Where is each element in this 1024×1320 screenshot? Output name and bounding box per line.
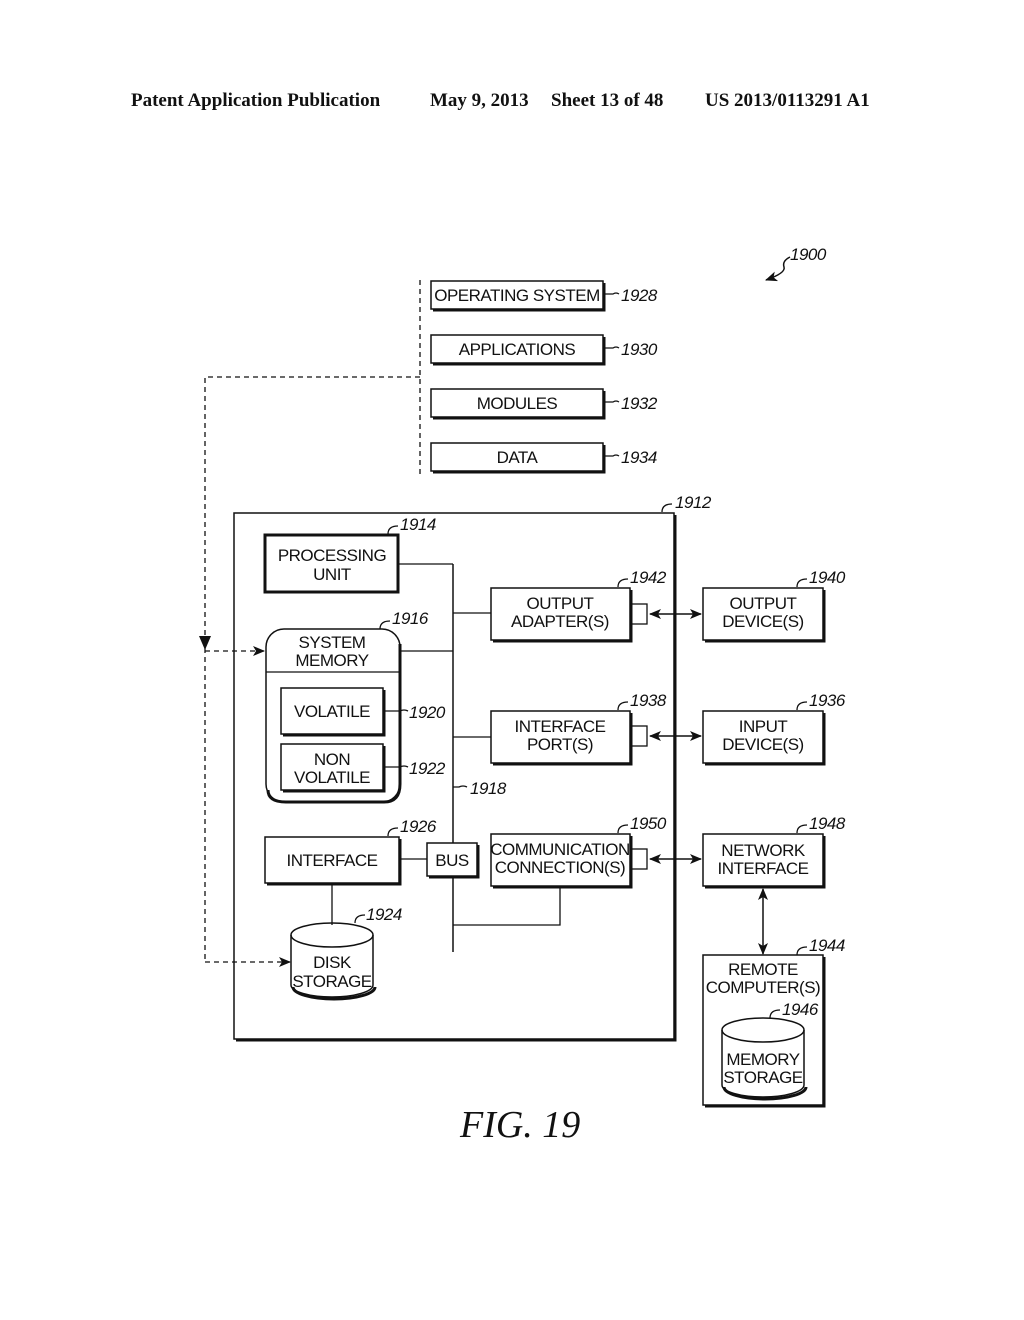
- output-device-label-1: OUTPUT: [730, 594, 797, 613]
- output-device-label-2: DEVICE(S): [722, 612, 803, 631]
- output-device-ref: 1940: [809, 568, 846, 587]
- interface-port-label-1: INTERFACE: [515, 717, 606, 736]
- output-adapter-label-1: OUTPUT: [527, 594, 594, 613]
- non-volatile-ref: 1922: [409, 759, 446, 778]
- system-memory-label-2: MEMORY: [295, 651, 368, 670]
- volatile-ref: 1920: [409, 703, 446, 722]
- applications-ref: 1930: [621, 340, 658, 359]
- system-memory-ref: 1916: [392, 609, 429, 628]
- operating-system-ref: 1928: [621, 286, 658, 305]
- system-memory-label-1: SYSTEM: [299, 633, 366, 652]
- system-ref-arrow: [765, 256, 791, 282]
- disk-storage-label-2: STORAGE: [292, 972, 371, 991]
- applications-label: APPLICATIONS: [459, 340, 576, 359]
- interface-port-label-2: PORT(S): [527, 735, 593, 754]
- bus-label: BUS: [435, 851, 469, 870]
- computer-ref: 1912: [675, 493, 712, 512]
- memory-storage-label-1: MEMORY: [726, 1050, 799, 1069]
- interface-port-ref: 1938: [630, 691, 667, 710]
- output-adapter-label-2: ADAPTER(S): [511, 612, 609, 631]
- bus-ref: 1918: [470, 779, 507, 798]
- comm-connection-ref: 1950: [630, 814, 667, 833]
- disk-storage-label-1: DISK: [313, 953, 352, 972]
- figure-caption: FIG. 19: [459, 1104, 580, 1146]
- interface-ref: 1926: [400, 817, 437, 836]
- non-volatile-label-2: VOLATILE: [294, 768, 370, 787]
- processing-unit-label-1: PROCESSING: [278, 546, 386, 565]
- remote-computer-ref: 1944: [809, 936, 845, 955]
- comm-connection-label-2: CONNECTION(S): [495, 858, 625, 877]
- comm-connection-label-1: COMMUNICATION: [490, 840, 630, 859]
- network-interface-label-1: NETWORK: [721, 841, 806, 860]
- volatile-label: VOLATILE: [294, 702, 370, 721]
- non-volatile-label-1: NON: [314, 750, 350, 769]
- memory-storage-label-2: STORAGE: [723, 1068, 802, 1087]
- data-label: DATA: [497, 448, 539, 467]
- modules-label: MODULES: [477, 394, 558, 413]
- network-interface-label-2: INTERFACE: [718, 859, 809, 878]
- remote-computer-label-2: COMPUTER(S): [706, 978, 820, 997]
- processing-unit-ref: 1914: [400, 515, 436, 534]
- network-interface-ref: 1948: [809, 814, 846, 833]
- input-device-ref: 1936: [809, 691, 846, 710]
- disk-storage-ref: 1924: [366, 905, 402, 924]
- processing-unit-label-2: UNIT: [313, 565, 351, 584]
- input-device-label-2: DEVICE(S): [722, 735, 803, 754]
- interface-label: INTERFACE: [287, 851, 378, 870]
- system-ref-label: 1900: [790, 245, 827, 264]
- input-device-label-1: INPUT: [739, 717, 788, 736]
- memory-storage-ref: 1946: [782, 1000, 819, 1019]
- operating-system-label: OPERATING SYSTEM: [434, 286, 600, 305]
- block-diagram: 1900 OPERATING SYSTEM 1928 APPLICATIONS …: [199, 245, 846, 1146]
- dashed-down-arrowhead: [199, 636, 211, 650]
- modules-ref: 1932: [621, 394, 658, 413]
- data-ref: 1934: [621, 448, 657, 467]
- output-adapter-ref: 1942: [630, 568, 667, 587]
- remote-computer-label-1: REMOTE: [728, 960, 798, 979]
